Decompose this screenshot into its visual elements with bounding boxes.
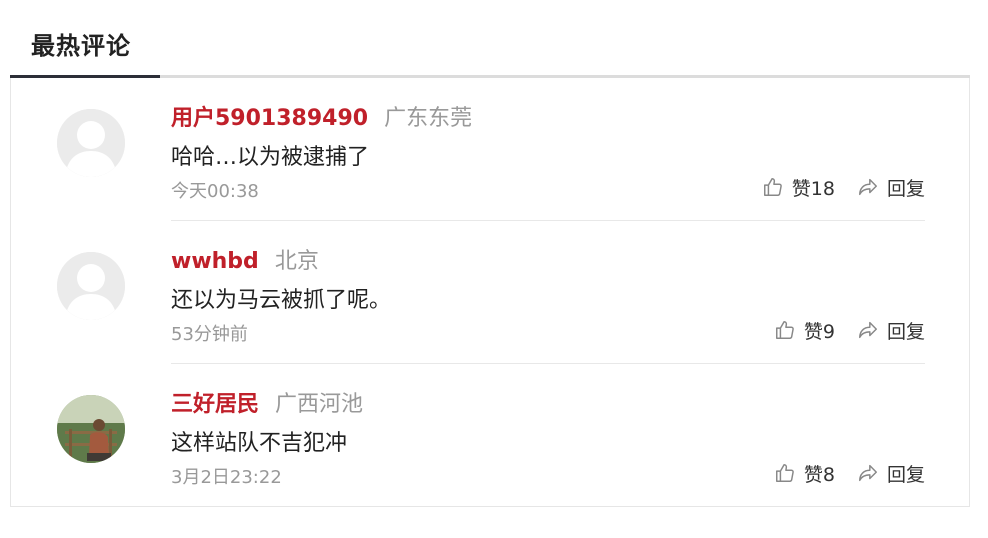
like-button[interactable]: 赞8 <box>774 460 835 487</box>
default-avatar-icon <box>57 109 125 177</box>
like-count: 赞8 <box>803 463 835 486</box>
user-name[interactable]: 三好居民 <box>171 386 259 418</box>
comment-item: wwhbd 北京 还以为马云被抓了呢。 53分钟前 赞9 回复 <box>11 221 969 364</box>
user-avatar[interactable] <box>57 395 125 463</box>
reply-label: 回复 <box>886 463 925 486</box>
comment-list: 用户5901389490 广东东莞 哈哈…以为被逮捕了 今天00:38 赞18 … <box>10 78 970 507</box>
reply-arrow-icon <box>859 321 877 339</box>
like-count: 赞18 <box>791 177 835 200</box>
user-name[interactable]: 用户5901389490 <box>171 100 368 132</box>
user-location: 广东东莞 <box>384 106 473 131</box>
user-location: 广西河池 <box>275 392 364 417</box>
user-location: 北京 <box>274 249 319 274</box>
default-avatar-icon <box>57 252 125 320</box>
comment-actions: 赞8 回复 <box>774 460 925 486</box>
like-count: 赞9 <box>803 320 835 343</box>
comment-actions: 赞18 回复 <box>762 174 925 200</box>
comment-time: 今天00:38 <box>171 181 259 202</box>
comment-time: 53分钟前 <box>171 324 248 345</box>
like-button[interactable]: 赞9 <box>774 317 835 344</box>
comment-item: 用户5901389490 广东东莞 哈哈…以为被逮捕了 今天00:38 赞18 … <box>11 78 969 221</box>
like-button[interactable]: 赞18 <box>762 174 835 201</box>
comment-text: 这样站队不吉犯冲 <box>171 431 348 456</box>
comment-time: 3月2日23:22 <box>171 467 282 488</box>
reply-button[interactable]: 回复 <box>857 174 925 201</box>
comment-actions: 赞9 回复 <box>774 317 925 343</box>
comment-meta: wwhbd 北京 <box>171 243 319 274</box>
reply-arrow-icon <box>859 178 877 196</box>
comment-text: 还以为马云被抓了呢。 <box>171 288 392 313</box>
photo-avatar-icon <box>57 395 125 463</box>
comment-text: 哈哈…以为被逮捕了 <box>171 145 370 170</box>
reply-label: 回复 <box>886 177 925 200</box>
comments-header: 最热评论 <box>10 0 970 78</box>
user-avatar[interactable] <box>57 252 125 320</box>
thumbs-up-icon <box>775 321 794 339</box>
reply-label: 回复 <box>886 320 925 343</box>
thumbs-up-icon <box>775 464 794 482</box>
reply-arrow-icon <box>859 464 877 482</box>
comment-meta: 用户5901389490 广东东莞 <box>171 100 473 132</box>
comment-item: 三好居民 广西河池 这样站队不吉犯冲 3月2日23:22 赞8 回复 <box>11 364 969 507</box>
user-name[interactable]: wwhbd <box>171 249 259 274</box>
user-avatar[interactable] <box>57 109 125 177</box>
comment-meta: 三好居民 广西河池 <box>171 386 364 418</box>
reply-button[interactable]: 回复 <box>857 317 925 344</box>
section-title: 最热评论 <box>31 32 131 60</box>
reply-button[interactable]: 回复 <box>857 460 925 487</box>
thumbs-up-icon <box>763 178 782 196</box>
